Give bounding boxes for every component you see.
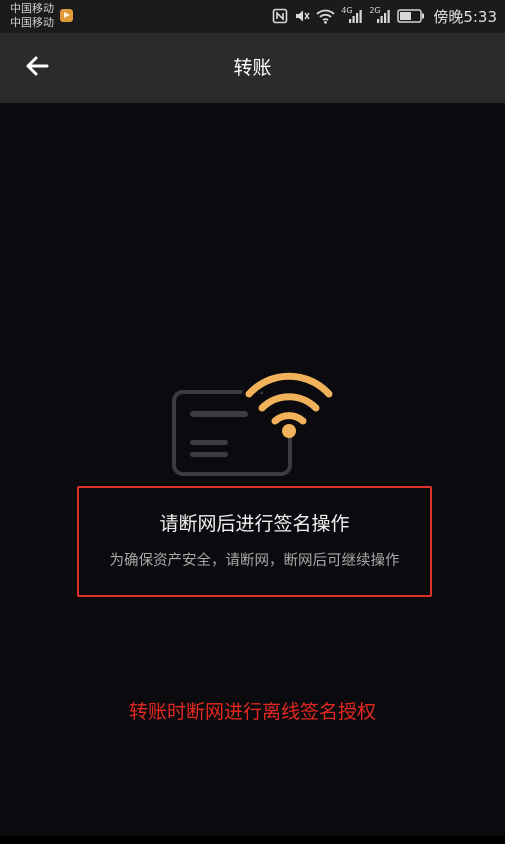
app-notification-icon: [60, 9, 73, 22]
message-description: 为确保资产安全，请断网，断网后可继续操作: [109, 553, 400, 569]
status-icons: 4G 2G 傍晚5:33: [272, 5, 497, 27]
message-title: 请断网后进行签名操作: [159, 513, 350, 535]
battery-icon: [397, 9, 425, 23]
annotation-text: 转账时断网进行离线签名授权: [128, 701, 376, 723]
signal-4g-icon: 4G: [341, 6, 363, 24]
page-title: 转账: [233, 57, 272, 79]
status-bar: 中国移动 中国移动 4G 2G 傍晚5:33: [0, 0, 505, 33]
carrier-label-1: 中国移动: [10, 2, 54, 15]
signal-2g-icon: 2G: [369, 6, 391, 24]
mute-icon: [294, 8, 310, 24]
offline-illustration: [165, 362, 340, 480]
wifi-icon: [316, 8, 335, 24]
app-bar: 转账: [0, 33, 505, 103]
offline-sign-message: 请断网后进行签名操作 为确保资产安全，请断网，断网后可继续操作: [77, 486, 432, 597]
transfer-screen: 中国移动 中国移动 4G 2G 傍晚5:33 转账 请断网后进行签名操作 为确保…: [0, 0, 505, 844]
nfc-icon: [272, 8, 288, 24]
carrier-label-2: 中国移动: [10, 16, 54, 29]
bottom-strip: [0, 836, 505, 844]
status-time: 傍晚5:33: [433, 7, 497, 26]
carrier-info: 中国移动 中国移动: [10, 2, 54, 30]
